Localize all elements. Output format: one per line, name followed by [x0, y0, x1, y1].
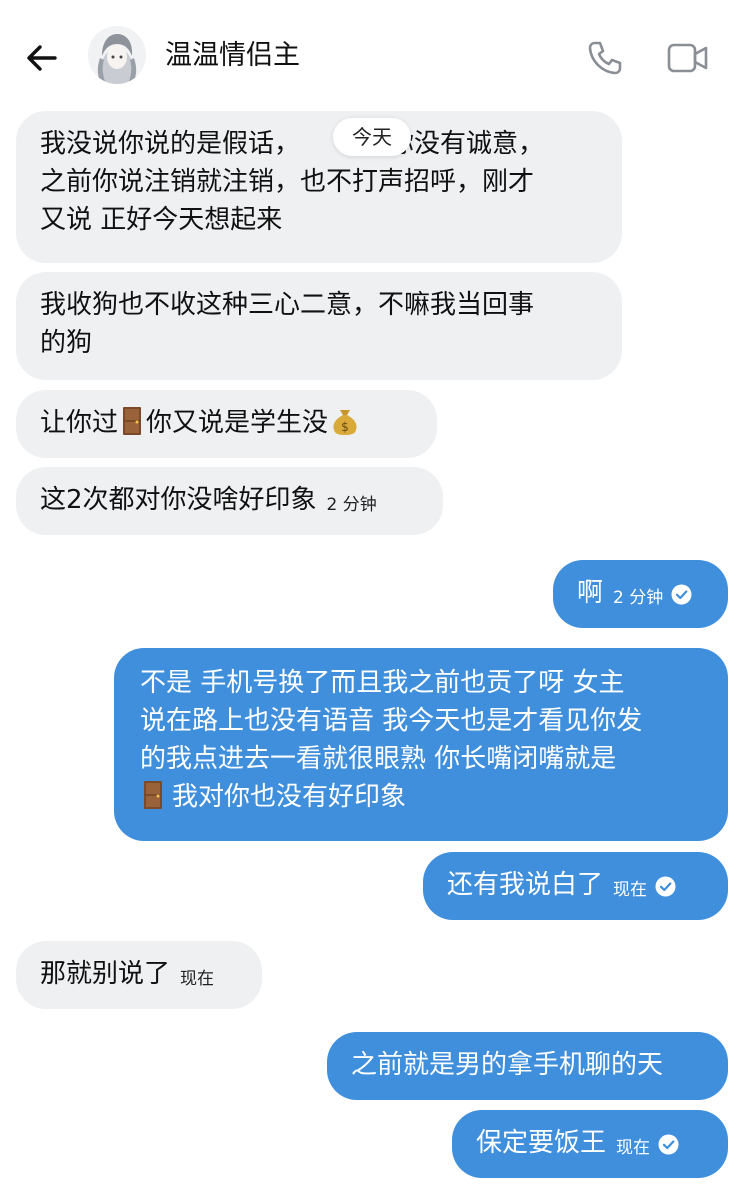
message-bubble-outgoing[interactable]: 不是 手机号换了而且我之前也贡了呀 女主 说在路上也没有语音 我今天也是才看见你…	[114, 648, 728, 841]
message-bubble-incoming[interactable]: 我收狗也不收这种三心二意，不嘛我当回事 的狗	[16, 272, 622, 380]
message-bubble-outgoing[interactable]: 保定要饭王 现在	[452, 1110, 728, 1178]
message-text: 那就别说了	[40, 959, 171, 989]
message-text: 你又说是学生没	[146, 408, 329, 438]
message-bubble-incoming[interactable]: 这2次都对你没啥好印象 2 分钟	[16, 467, 443, 535]
chat-header: 温温情侣主	[0, 0, 743, 110]
message-text: 的狗	[40, 328, 93, 358]
message-text: 说在路上也没有语音 我今天也是才看见你发	[140, 706, 643, 736]
door-emoji-icon	[123, 407, 142, 435]
money-bag-emoji-icon: $	[333, 410, 357, 435]
message-text: 还有我说白了	[447, 870, 604, 900]
message-bubble-incoming[interactable]: 我没说你说的是假话， 你没有诚意， 之前你说注销就注销，也不打声招呼，刚才 又说 …	[16, 111, 622, 263]
message-timestamp: 2 分钟	[613, 588, 664, 608]
read-receipt-icon	[655, 876, 676, 897]
voice-call-button[interactable]	[585, 38, 625, 78]
video-camera-icon	[667, 43, 708, 73]
message-text: 让你过	[40, 408, 119, 438]
message-text: 我对你也没有好印象	[172, 782, 407, 812]
message-text: 啊	[577, 578, 604, 608]
message-timestamp: 现在	[180, 969, 215, 989]
contact-name[interactable]: 温温情侣主	[165, 36, 300, 76]
message-bubble-outgoing[interactable]: 啊 2 分钟	[553, 560, 728, 628]
date-separator: 今天	[333, 118, 411, 156]
read-receipt-icon	[658, 1134, 679, 1155]
message-text: 又说 正好今天想起来	[40, 205, 283, 235]
message-text: 之前你说注销就注销，也不打声招呼，刚才	[40, 167, 535, 197]
message-timestamp: 2 分钟	[326, 495, 377, 515]
arrow-left-icon	[27, 45, 57, 71]
read-receipt-icon	[671, 584, 692, 605]
message-bubble-outgoing[interactable]: 之前就是男的拿手机聊的天	[327, 1032, 728, 1100]
message-bubble-incoming[interactable]: 那就别说了 现在	[16, 941, 262, 1009]
message-bubble-incoming[interactable]: 让你过 你又说是学生没 $	[16, 390, 437, 458]
message-text: 我收狗也不收这种三心二意，不嘛我当回事	[40, 290, 535, 320]
chat-screen: 温温情侣主 我没说你说的是假话， 你没有诚意， 之前你说注销就注销，也不打声招呼，…	[0, 0, 743, 1200]
avatar-image	[88, 26, 146, 84]
message-text: 不是 手机号换了而且我之前也贡了呀 女主	[140, 668, 625, 698]
message-bubble-outgoing[interactable]: 还有我说白了 现在	[423, 852, 728, 920]
video-call-button[interactable]	[666, 40, 710, 76]
message-text: 之前就是男的拿手机聊的天	[351, 1050, 664, 1080]
door-emoji-icon	[144, 781, 162, 809]
message-text: 我没说你说的是假话，	[40, 129, 301, 159]
message-text: 保定要饭王	[476, 1128, 607, 1158]
message-text: 你没有诚意，	[388, 129, 545, 159]
svg-text:$: $	[341, 420, 349, 434]
contact-avatar[interactable]	[88, 26, 146, 84]
message-text: 的我点进去一看就很眼熟 你长嘴闭嘴就是	[140, 744, 617, 774]
back-button[interactable]	[22, 38, 62, 78]
message-text: 这2次都对你没啥好印象	[40, 485, 317, 515]
message-timestamp: 现在	[616, 1138, 651, 1158]
phone-icon	[588, 41, 622, 75]
message-timestamp: 现在	[613, 880, 648, 900]
